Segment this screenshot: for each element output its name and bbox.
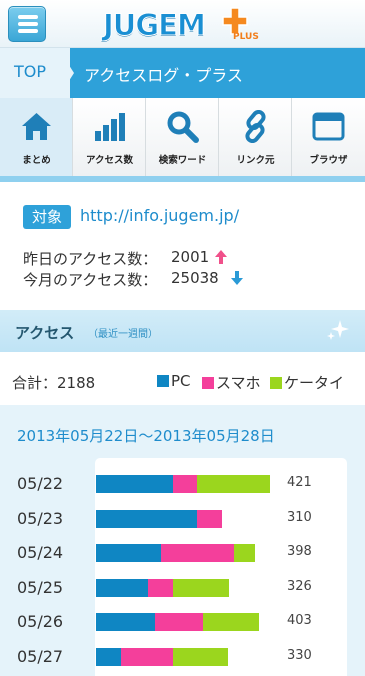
tab-search-words[interactable]: 検索ワード	[146, 98, 219, 176]
tab-label: ブラウザ	[309, 155, 348, 166]
tab-underline	[0, 176, 365, 182]
tab-label: リンク元	[236, 155, 275, 166]
chart-value-label: 326	[287, 578, 312, 594]
chart-bar-segment	[120, 647, 173, 666]
tab-access-count[interactable]: アクセス数	[73, 98, 146, 176]
chart-bar-segment	[202, 613, 259, 631]
arrow-up-icon	[215, 250, 227, 264]
yesterday-label: 昨日のアクセス数：	[23, 250, 158, 268]
tab-referrers[interactable]: リンク元	[219, 98, 292, 176]
legend-swatch	[202, 377, 214, 389]
yesterday-access: 昨日のアクセス数： 2001	[23, 248, 227, 269]
chart-date-label: 05/24	[17, 543, 64, 562]
breadcrumb-top-label: TOP	[14, 62, 47, 81]
browser-window-icon	[312, 112, 345, 141]
logo-plus-text: PLUS	[233, 32, 259, 42]
chart-bar-segment	[155, 613, 203, 631]
menu-bar	[18, 29, 38, 33]
section-subtitle: （最近一週間）	[88, 329, 158, 340]
legend-swatch	[157, 375, 169, 387]
legend-label: PC	[171, 372, 191, 390]
jugem-plus-logo[interactable]: JUGEM PLUS	[103, 4, 268, 44]
legend-swatch	[270, 377, 282, 389]
app-header: JUGEM PLUS	[0, 0, 365, 48]
site-url-link[interactable]: http://info.jugem.jp/	[80, 206, 239, 225]
search-icon	[167, 111, 199, 143]
chart-bar-segment	[96, 544, 162, 562]
sparkle-icon	[327, 320, 349, 340]
section-title: アクセス	[15, 324, 75, 342]
chart-date-label: 05/27	[17, 646, 64, 666]
access-section-header: アクセス （最近一週間）	[0, 310, 365, 352]
month-label: 今月のアクセス数：	[23, 271, 158, 289]
menu-bar	[18, 15, 38, 19]
chart-bar-segment	[96, 647, 121, 666]
legend-mobile: ケータイ	[270, 372, 344, 393]
chart-date-label: 05/23	[17, 508, 64, 528]
menu-bar	[18, 22, 38, 26]
chart-date-label: 05/26	[17, 612, 64, 631]
home-icon	[22, 113, 51, 140]
chart-bar-segment	[96, 509, 197, 528]
legend-label: スマホ	[216, 374, 261, 392]
bar-chart-icon	[95, 113, 125, 141]
legend-label: ケータイ	[284, 374, 345, 392]
tab-label: まとめ	[22, 155, 51, 166]
tab-label: アクセス数	[85, 155, 134, 166]
target-badge: 対象	[23, 205, 71, 229]
breadcrumb-separator	[58, 48, 74, 98]
nav-tabs: まとめ アクセス数 検索ワード リンク元 ブラウザ	[0, 98, 365, 176]
menu-button[interactable]	[8, 6, 46, 42]
month-value: 25038	[171, 269, 219, 287]
chart-value-label: 330	[287, 647, 312, 663]
page-title: アクセスログ・プラス	[84, 66, 243, 85]
chart-bar-segment	[233, 544, 256, 562]
chart-value-label: 421	[287, 475, 312, 490]
tab-browsers[interactable]: ブラウザ	[292, 98, 365, 176]
chart-value-label: 403	[287, 613, 312, 628]
legend-pc: PC	[157, 372, 191, 390]
logo-text: JUGEM	[103, 8, 207, 43]
chart-bar-segment	[172, 647, 229, 666]
chart-bar-segment	[196, 509, 222, 528]
link-icon	[245, 110, 266, 143]
chart-date-label: 05/25	[17, 577, 64, 597]
breadcrumb: TOP アクセスログ・プラス	[0, 48, 365, 98]
chart-value-label: 398	[287, 544, 312, 559]
chart-title: 2013年05月22日～2013年05月28日	[17, 427, 275, 445]
chart-bar-segment	[96, 613, 156, 631]
chart-bar-segment	[197, 475, 271, 493]
tab-label: 検索ワード	[158, 155, 207, 166]
yesterday-value: 2001	[171, 248, 210, 266]
chart-bar-segment	[96, 578, 148, 597]
chart-value-label: 310	[287, 509, 312, 525]
arrow-down-icon	[231, 271, 243, 285]
legend-smartphone: スマホ	[202, 372, 261, 393]
chart-bar-segment	[172, 475, 198, 493]
chart-bar-segment	[161, 544, 234, 562]
tab-summary[interactable]: まとめ	[0, 98, 73, 176]
chart-date-label: 05/22	[17, 474, 64, 493]
chart-bar-segment	[147, 578, 174, 597]
total-count: 合計：2188	[12, 374, 96, 392]
chart-bar-segment	[96, 475, 173, 493]
chart-bar-segment	[173, 578, 230, 597]
month-access: 今月のアクセス数： 25038	[23, 269, 243, 290]
